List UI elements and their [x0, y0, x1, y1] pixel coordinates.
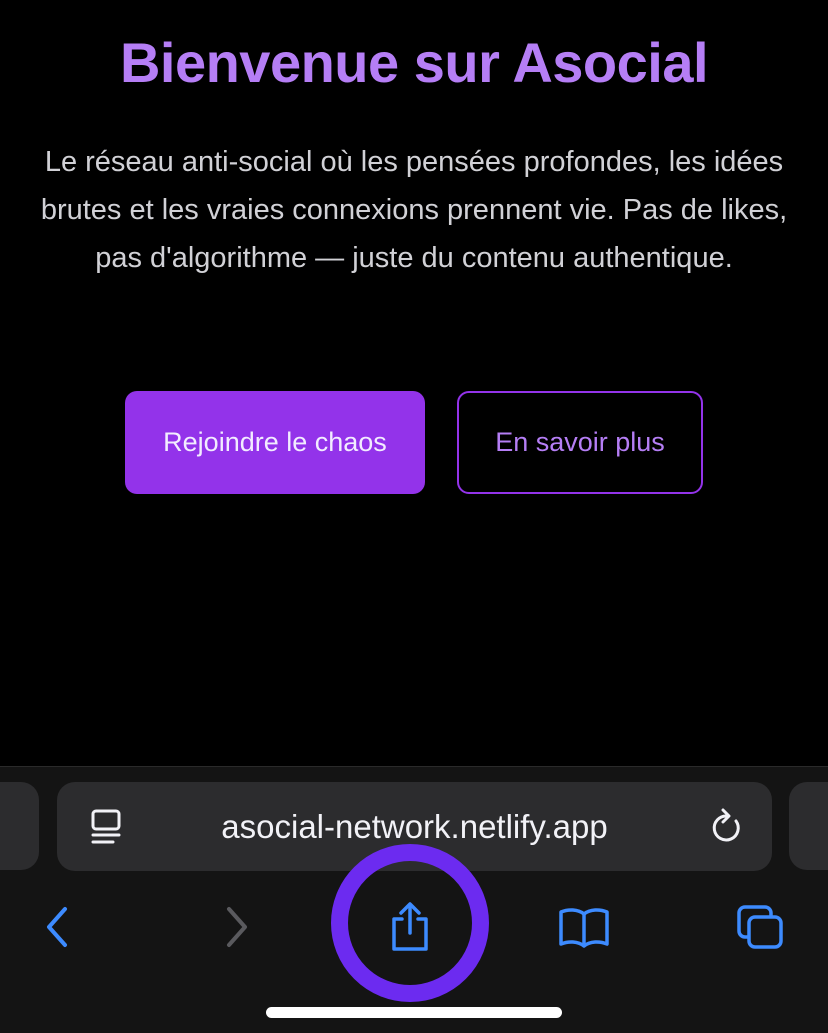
- home-indicator[interactable]: [266, 1007, 562, 1018]
- hero-title: Bienvenue sur Asocial: [119, 31, 709, 94]
- tabs-icon: [736, 904, 784, 950]
- reload-icon[interactable]: [709, 808, 745, 846]
- reader-mode-icon[interactable]: [87, 809, 127, 845]
- back-chevron-icon: [43, 905, 73, 949]
- bookmarks-icon: [558, 906, 610, 948]
- back-button[interactable]: [18, 887, 98, 967]
- tabs-button[interactable]: [720, 887, 800, 967]
- share-icon: [388, 901, 432, 953]
- join-chaos-button[interactable]: Rejoindre le chaos: [125, 391, 425, 494]
- learn-more-button[interactable]: En savoir plus: [457, 391, 703, 494]
- forward-button[interactable]: [196, 887, 276, 967]
- share-button[interactable]: [370, 887, 450, 967]
- browser-toolbar: asocial-network.netlify.app: [0, 766, 828, 1033]
- next-tab-preview[interactable]: [789, 782, 828, 870]
- url-text[interactable]: asocial-network.netlify.app: [57, 782, 772, 871]
- hero-description: Le réseau anti-social où les pensées pro…: [40, 146, 788, 274]
- bookmarks-button[interactable]: [544, 887, 624, 967]
- previous-tab-preview[interactable]: [0, 782, 39, 870]
- forward-chevron-icon: [221, 905, 251, 949]
- web-page: Bienvenue sur Asocial Le réseau anti-soc…: [0, 0, 828, 766]
- address-bar[interactable]: asocial-network.netlify.app: [57, 782, 772, 871]
